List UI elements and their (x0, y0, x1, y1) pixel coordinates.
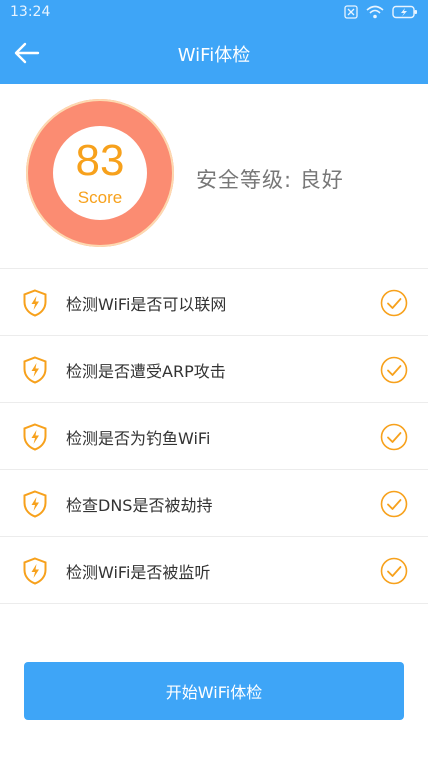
check-item-label: 检测是否遭受ARP攻击 (66, 362, 226, 381)
check-item-label: 检查DNS是否被劫持 (66, 496, 213, 515)
nav-bar: WiFi体检 (0, 26, 428, 84)
score-circle: 83 Score (53, 126, 147, 220)
score-value: 83 (75, 136, 125, 185)
check-circle-icon (380, 557, 408, 585)
check-item-label: 检测WiFi是否被监听 (66, 563, 211, 582)
shield-bolt-icon (22, 289, 48, 317)
check-item: 检测是否遭受ARP攻击 (0, 336, 428, 403)
security-level-text: 安全等级: 良好 (196, 168, 344, 192)
check-circle-icon (380, 289, 408, 317)
check-item-label: 检测是否为钓鱼WiFi (66, 429, 211, 448)
wifi-icon (366, 5, 384, 19)
check-item-label: 检测WiFi是否可以联网 (66, 295, 227, 314)
status-bar: 13:24 (0, 0, 428, 26)
check-circle-icon (380, 423, 408, 451)
app-header: 13:24 WiFi体检 (0, 0, 428, 84)
status-time: 13:24 (10, 4, 51, 20)
score-label: Score (77, 188, 123, 207)
check-circle-icon (380, 356, 408, 384)
shield-bolt-icon (22, 423, 48, 451)
notification-box-icon (344, 5, 358, 19)
check-item: 检测WiFi是否可以联网 (0, 269, 428, 336)
start-wifi-check-button[interactable]: 开始WiFi体检 (24, 662, 404, 720)
shield-bolt-icon (22, 356, 48, 384)
check-list: 检测WiFi是否可以联网 检测是否遭受ARP攻击 检测是否为钓鱼WiFi 检查D… (0, 268, 428, 604)
check-circle-icon (380, 490, 408, 518)
check-item: 检查DNS是否被劫持 (0, 470, 428, 537)
check-item: 检测是否为钓鱼WiFi (0, 403, 428, 470)
score-ring: 83 Score (26, 99, 174, 247)
shield-bolt-icon (22, 557, 48, 585)
score-section: 83 Score 安全等级: 良好 (0, 84, 428, 268)
status-icons (344, 5, 418, 19)
battery-charging-icon (392, 5, 418, 19)
page-title: WiFi体检 (177, 45, 251, 66)
shield-bolt-icon (22, 490, 48, 518)
check-item: 检测WiFi是否被监听 (0, 537, 428, 604)
